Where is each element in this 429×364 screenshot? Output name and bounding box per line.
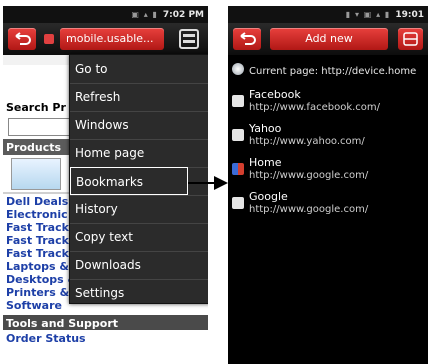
search-heading: Search Pr (6, 101, 66, 114)
menu-item-refresh[interactable]: Refresh (70, 83, 208, 111)
back-arrow-icon (15, 32, 31, 45)
globe-icon (232, 63, 244, 75)
menu-item-settings[interactable]: Settings (70, 279, 208, 307)
windows-icon (403, 32, 418, 46)
menu-item-copy-text[interactable]: Copy text (70, 223, 208, 251)
bookmark-title: Yahoo (249, 122, 282, 135)
bookmark-url: http://www.google.com/ (249, 170, 369, 181)
page-link[interactable]: Fast Track (6, 221, 69, 234)
status-time: 7:02 PM (162, 9, 204, 20)
search-input[interactable] (8, 118, 70, 136)
left-phone-screen: ▣ ▴ ▮ 7:02 PM mobile.usable... Search Pr… (3, 6, 208, 364)
add-new-button[interactable]: Add new (270, 28, 388, 50)
page-link[interactable]: Fast Track (6, 234, 69, 247)
bookmark-item-home[interactable]: Home http://www.google.com/ (228, 155, 428, 189)
product-image (11, 158, 61, 190)
page-link[interactable]: Desktops & (6, 273, 77, 286)
current-page-label: Current page: http://device.home (249, 66, 417, 77)
page-link[interactable]: Electronic (6, 208, 68, 221)
bookmark-item-google[interactable]: Google http://www.google.com/ (228, 189, 428, 223)
menu-item-bookmarks[interactable]: Bookmarks (70, 167, 188, 195)
bookmarks-toolbar: Add new (228, 23, 428, 55)
right-phone-screen: ▮ ▾ ▣ ▴ ▮ 19:01 Add new Current page: ht… (228, 6, 428, 364)
bookmark-title: Facebook (249, 88, 301, 101)
status-bar: ▣ ▴ ▮ 7:02 PM (3, 6, 208, 23)
transition-arrow-icon (188, 176, 228, 190)
page-icon (232, 129, 244, 141)
back-button[interactable] (233, 28, 261, 50)
bookmark-title: Google (249, 190, 288, 203)
bookmark-url: http://www.google.com/ (249, 204, 369, 215)
signal-icons: ▮ ▾ ▣ ▴ ▮ (345, 10, 391, 19)
bookmark-title: Home (249, 156, 282, 169)
order-status-link[interactable]: Order Status (6, 332, 86, 345)
bookmark-url: http://www.yahoo.com/ (249, 136, 365, 147)
signal-icons: ▣ ▴ ▮ (131, 10, 158, 19)
status-bar: ▮ ▾ ▣ ▴ ▮ 19:01 (228, 6, 428, 23)
menu-item-go-to[interactable]: Go to (70, 55, 208, 83)
windows-icon (183, 34, 195, 43)
page-icon (44, 34, 54, 44)
google-icon (232, 163, 244, 175)
menu-item-home-page[interactable]: Home page (70, 139, 208, 167)
menu-button[interactable] (398, 28, 423, 50)
page-link[interactable]: Laptops & (6, 260, 69, 273)
page-icon (232, 197, 244, 209)
back-button[interactable] (8, 28, 36, 50)
menu-item-downloads[interactable]: Downloads (70, 251, 208, 279)
products-heading: Products (6, 141, 62, 154)
tools-heading: Tools and Support (6, 317, 119, 330)
bookmark-url: http://www.facebook.com/ (249, 102, 381, 113)
page-link[interactable]: Software (6, 299, 62, 312)
bookmark-item-facebook[interactable]: Facebook http://www.facebook.com/ (228, 87, 428, 121)
page-link[interactable]: Dell Deals (6, 195, 68, 208)
page-icon (232, 95, 244, 107)
browser-toolbar: mobile.usable... (3, 23, 208, 55)
page-link[interactable]: Fast Track (6, 247, 69, 260)
status-time: 19:01 (395, 9, 424, 20)
tabs-button[interactable] (179, 29, 199, 49)
url-field[interactable]: mobile.usable... (60, 28, 164, 50)
menu-item-windows[interactable]: Windows (70, 111, 208, 139)
back-arrow-icon (240, 32, 256, 45)
menu-item-history[interactable]: History (70, 195, 208, 223)
bookmark-item-yahoo[interactable]: Yahoo http://www.yahoo.com/ (228, 121, 428, 155)
